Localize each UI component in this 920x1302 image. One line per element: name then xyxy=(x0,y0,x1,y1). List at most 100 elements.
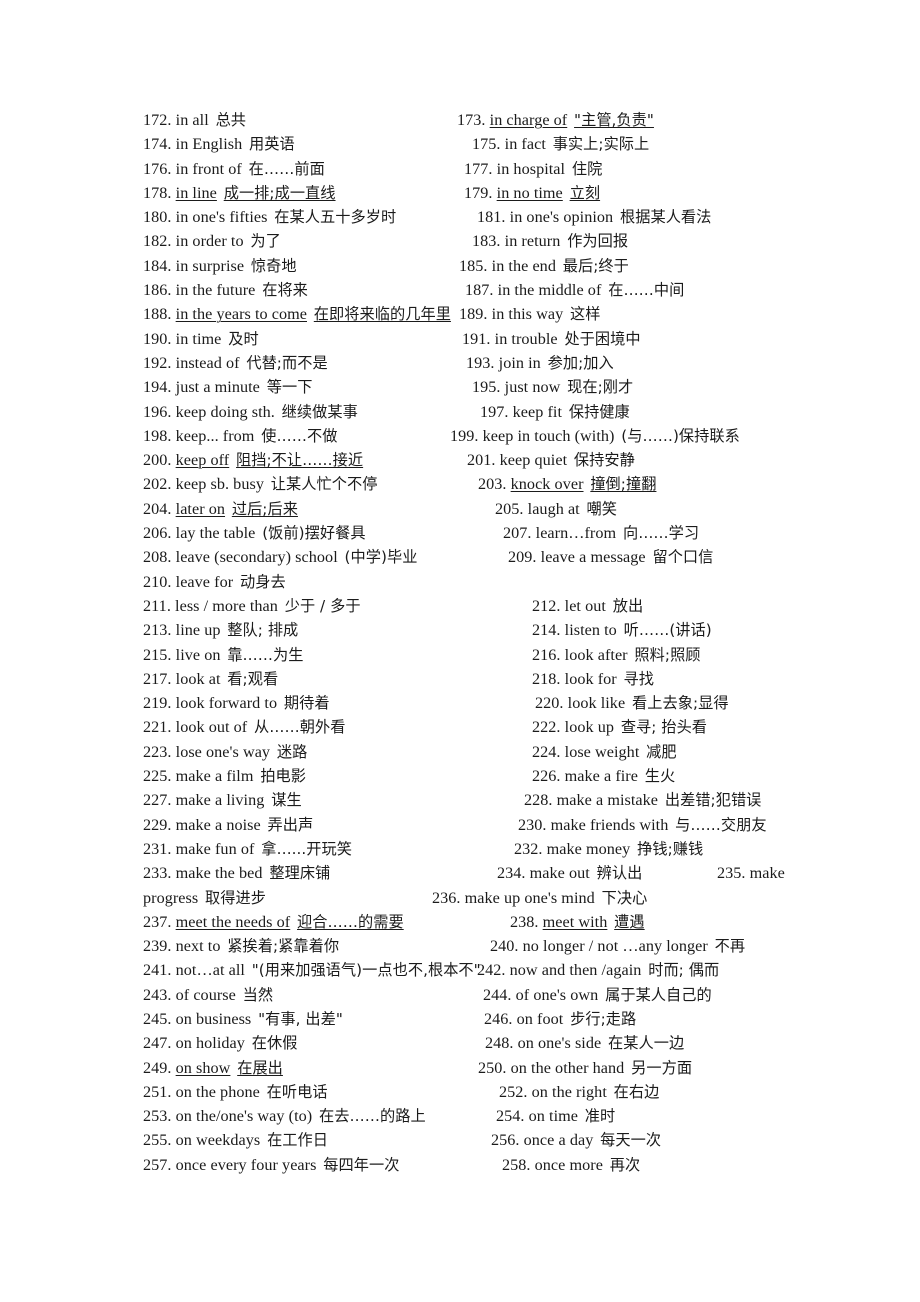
phrase-entry: 237. meet the needs of 迎合……的需要 xyxy=(143,910,404,934)
entry-phrase: lose one's way 迷路 xyxy=(176,743,308,761)
entry-phrase: knock over 撞倒;撞翻 xyxy=(511,475,657,493)
entry-number: 245. xyxy=(143,1009,172,1028)
entry-number: 185. xyxy=(459,256,488,275)
entry-phrase: live on 靠……为生 xyxy=(176,646,304,664)
entry-number: 173. xyxy=(457,111,486,129)
entry-phrase-chinese: 在将来 xyxy=(262,281,308,300)
entry-number: 199. xyxy=(450,426,479,445)
entry-phrase: on time 准时 xyxy=(529,1107,616,1125)
entry-phrase: keep sb. busy 让某人忙个不停 xyxy=(176,475,378,493)
entry-number: 206. xyxy=(143,524,172,543)
entry-number: 253. xyxy=(143,1107,172,1126)
phrase-row: 237. meet the needs of 迎合……的需要 238. meet w… xyxy=(0,910,920,934)
entry-phrase-chinese: 与……交朋友 xyxy=(675,815,767,834)
entry-phrase-chinese: 等一下 xyxy=(266,378,313,397)
entry-phrase-english: keep quiet xyxy=(499,451,568,470)
phrase-entry: 195. just now 现在;刚才 xyxy=(472,375,633,399)
entry-phrase-english: lose weight xyxy=(564,742,640,761)
phrase-row: 223. lose one's way 迷路 224. lose weight 减肥 xyxy=(0,740,920,764)
phrase-entry: 207. learn…from 向……学习 xyxy=(503,521,699,545)
phrase-entry: 175. in fact 事实上;实际上 xyxy=(472,132,649,156)
phrase-row: 247. on holiday 在休假 248. on one's side 在某人一… xyxy=(0,1031,920,1055)
phrase-entry: 219. look forward to 期待着 xyxy=(143,691,330,715)
entry-phrase: just a minute 等一下 xyxy=(176,378,313,396)
phrase-entry: 178. in line 成一排;成一直线 xyxy=(143,181,336,205)
entry-phrase: look like 看上去象;显得 xyxy=(568,694,729,712)
entry-phrase-chinese: 查寻; 抬头看 xyxy=(620,718,708,737)
entry-phrase: listen to 听……(讲话) xyxy=(565,621,712,639)
entry-phrase-chinese: 住院 xyxy=(571,159,603,178)
phrase-entry: 174. in English 用英语 xyxy=(143,132,295,156)
entry-phrase-chinese: 少于 / 多于 xyxy=(284,596,361,615)
entry-phrase-english: less / more than xyxy=(175,596,278,615)
entry-phrase: not…at all "(用来加强语气)一点也不,根本不" xyxy=(176,961,481,979)
entry-phrase-chinese: (饭前)摆好餐具 xyxy=(262,524,366,543)
entry-number: 226. xyxy=(532,767,561,786)
entry-phrase-chinese: 挣钱;赚钱 xyxy=(637,839,704,858)
entry-phrase-chinese: 作为回报 xyxy=(567,232,629,251)
entry-phrase: instead of 代替;而不是 xyxy=(176,354,328,372)
entry-phrase-english: leave (secondary) school xyxy=(175,548,338,567)
phrase-entry: 210. leave for 动身去 xyxy=(143,570,286,594)
entry-phrase-chinese: 在即将来临的几年里 xyxy=(313,305,451,324)
entry-phrase: keep doing sth. 继续做某事 xyxy=(176,403,358,421)
entry-phrase-english: live on xyxy=(175,645,221,664)
phrase-entry: 212. let out 放出 xyxy=(532,594,643,618)
entry-number: 232. xyxy=(514,839,543,858)
phrase-row: 253. on the/one's way (to) 在去……的路上 254. on… xyxy=(0,1104,920,1128)
phrase-entry: 230. make friends with 与……交朋友 xyxy=(518,813,767,837)
entry-phrase-chinese: 代替;而不是 xyxy=(246,353,328,372)
phrase-entry: 215. live on 靠……为生 xyxy=(143,643,303,667)
entry-number: 201. xyxy=(467,451,496,470)
phrase-entry: 245. on business "有事, 出差" xyxy=(143,1007,343,1031)
entry-phrase-chinese: 留个口信 xyxy=(652,548,714,567)
entry-phrase-chinese: 继续做某事 xyxy=(281,402,358,421)
phrase-entry: 248. on one's side 在某人一边 xyxy=(485,1031,684,1055)
entry-phrase-chinese: 当然 xyxy=(242,985,274,1004)
entry-phrase-english: in time xyxy=(175,329,222,348)
entry-phrase-chinese: 期待着 xyxy=(283,694,330,713)
phrase-entry: 204. later on 过后;后来 xyxy=(143,497,298,521)
entry-phrase-chinese: 下决心 xyxy=(601,888,648,907)
entry-phrase-english: on show xyxy=(175,1058,231,1077)
entry-phrase-chinese: 取得进步 xyxy=(205,888,266,907)
entry-phrase-english: make xyxy=(749,864,785,883)
entry-number: 250. xyxy=(478,1058,507,1077)
entry-phrase-english: leave for xyxy=(175,572,234,591)
entry-phrase-english: make a mistake xyxy=(556,791,659,810)
entry-phrase: in the end 最后;终于 xyxy=(492,257,629,275)
entry-phrase-chinese: 看上去象;显得 xyxy=(632,694,729,713)
entry-phrase-chinese: 放出 xyxy=(612,596,644,615)
phrase-entry: 252. on the right 在右边 xyxy=(499,1080,659,1104)
phrase-entry: 192. instead of 代替;而不是 xyxy=(143,351,328,375)
entry-number: 235. xyxy=(717,864,746,883)
entry-phrase-english: make a film xyxy=(175,767,254,786)
phrase-entry: 222. look up 查寻; 抬头看 xyxy=(532,715,707,739)
phrase-entry: 216. look after 照料;照顾 xyxy=(532,643,701,667)
entry-phrase: no longer / not …any longer 不再 xyxy=(523,937,746,955)
entry-phrase-english: look after xyxy=(564,645,628,664)
entry-phrase: later on 过后;后来 xyxy=(176,500,298,518)
phrase-entry: 227. make a living 谋生 xyxy=(143,788,302,812)
phrase-entry: 231. make fun of 拿…...开玩笑 xyxy=(143,837,352,861)
entry-phrase-chinese: 靠……为生 xyxy=(227,645,304,664)
entry-number: 198. xyxy=(143,426,172,445)
phrase-row: 198. keep... from 使……不做 199. keep in touch… xyxy=(0,424,920,448)
phrase-entry: 181. in one's opinion 根据某人看法 xyxy=(477,205,711,229)
phrase-entry: 206. lay the table (饭前)摆好餐具 xyxy=(143,521,366,545)
entry-number: 254. xyxy=(496,1107,525,1126)
entry-phrase: look at 看;观看 xyxy=(176,670,279,688)
entry-phrase-chinese: 事实上;实际上 xyxy=(552,135,650,154)
entry-phrase-chinese: 在展出 xyxy=(237,1058,283,1077)
phrase-entry: 233. make the bed 整理床铺 xyxy=(143,861,330,885)
entry-number: 175. xyxy=(472,135,501,154)
phrase-row: 221. look out of 从……朝外看 222. look up 查寻; 抬头… xyxy=(0,715,920,739)
entry-number: 195. xyxy=(472,378,501,397)
entry-phrase: keep fit 保持健康 xyxy=(513,403,630,421)
entry-number: 258. xyxy=(502,1155,531,1174)
phrase-entry: 203. knock over 撞倒;撞翻 xyxy=(478,472,656,496)
entry-phrase-chinese: 紧挨着;紧靠着你 xyxy=(227,937,340,956)
entry-phrase-english: of course xyxy=(175,985,236,1004)
phrase-entry: 214. listen to 听……(讲话) xyxy=(532,618,712,642)
phrase-entry: progress 取得进步 xyxy=(143,886,266,910)
